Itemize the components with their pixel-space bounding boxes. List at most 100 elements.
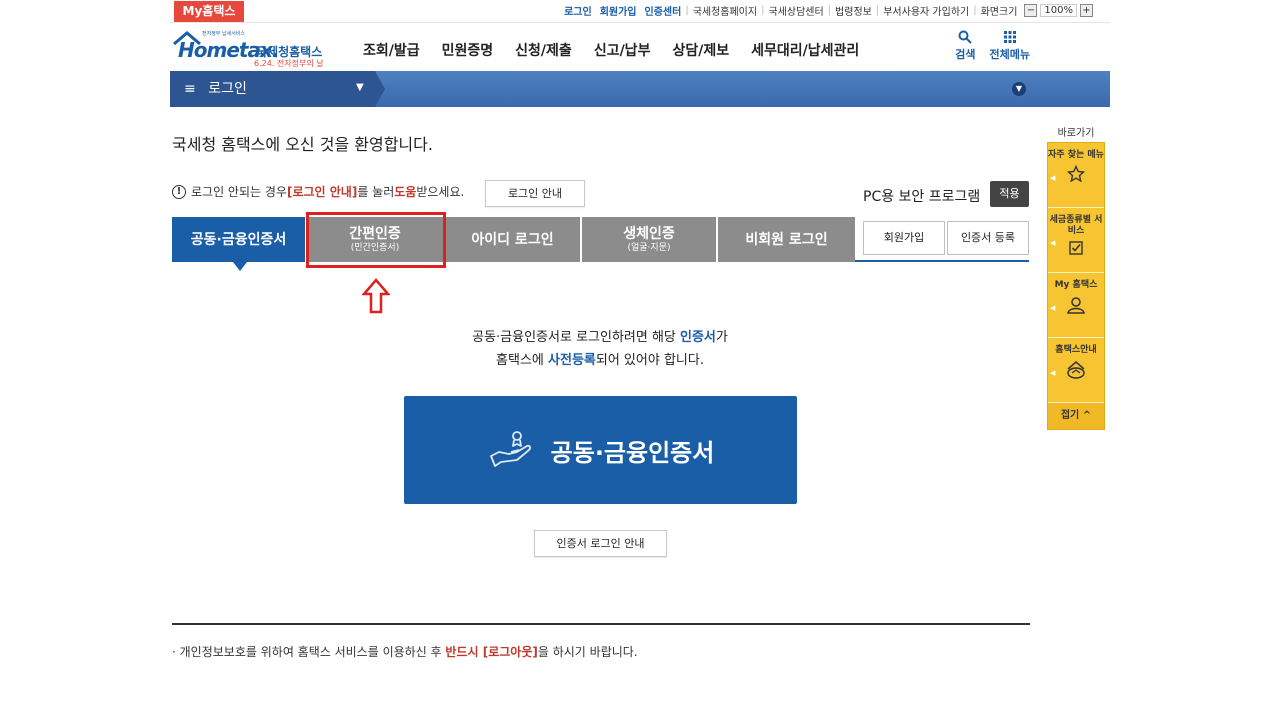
gnb-item-certificate[interactable]: 민원증명 — [442, 40, 494, 60]
info-line1-pre: 공동·금융인증서로 로그인하려면 해당 — [472, 330, 681, 345]
cert-info-text: 공동·금융인증서로 로그인하려면 해당 인증서가 홈택스에 사전등록되어 있어야… — [170, 326, 1030, 372]
all-menu-button[interactable]: 전체메뉴 — [990, 30, 1030, 62]
footer-divider — [172, 623, 1030, 625]
gnb-item-filing[interactable]: 신고/납부 — [594, 40, 651, 60]
login-help-text: ! 로그인 안되는 경우 [로그인 안내] 를 눌러 도움 받으세요. — [172, 183, 464, 200]
gnb-item-application[interactable]: 신청/제출 — [515, 40, 572, 60]
up-arrow-icon — [362, 278, 390, 314]
quick-item-label: 자주 찾는 메뉴 — [1048, 150, 1104, 160]
privacy-footnote: · 개인정보보호를 위하여 홈택스 서비스를 이용하신 후 반드시 [로그아웃]… — [172, 643, 638, 660]
info-line1-post: 가 — [715, 330, 728, 345]
cert-register-button[interactable]: 인증서 등록 — [947, 221, 1029, 255]
breadcrumb-bar: ≡ 로그인 ▼ ▼ — [170, 71, 1110, 107]
help-text-emph2: 도움 — [394, 185, 417, 199]
zoom-in-button[interactable]: + — [1080, 4, 1093, 17]
quick-item-my-hometax[interactable]: ◀ My 홈택스 — [1048, 273, 1104, 338]
hometax-logo[interactable]: 전자정부 납세서비스 Hometax. 국세청홈택스 6.24. 전자정부의 날 — [172, 28, 344, 68]
hometax-guide-icon — [1067, 361, 1085, 379]
zoom-out-button[interactable]: − — [1024, 4, 1038, 17]
tab-non-member[interactable]: 비회원 로그인 — [718, 217, 855, 262]
tab-label: 아이디 로그인 — [471, 231, 554, 248]
star-icon — [1067, 165, 1085, 183]
info-line2-emph: 사전등록 — [548, 353, 596, 368]
header-icons: 검색 전체메뉴 — [955, 30, 1030, 62]
help-text-mid: 를 눌러 — [357, 185, 395, 199]
footnote-pre: 개인정보보호를 위하여 홈택스 서비스를 이용하신 후 — [175, 645, 446, 659]
login-guide-button[interactable]: 로그인 안내 — [485, 180, 585, 207]
grid-menu-icon — [1003, 31, 1016, 43]
gnb-item-agent[interactable]: 세무대리/납세관리 — [751, 40, 859, 60]
util-consult-link[interactable]: 국세상담센터 — [764, 3, 827, 18]
quick-item-favorites[interactable]: ◀ 자주 찾는 메뉴 — [1048, 143, 1104, 208]
search-button[interactable]: 검색 — [955, 30, 976, 62]
zoom-value: 100% — [1040, 4, 1077, 17]
logo-small-text: 전자정부 납세서비스 — [202, 31, 245, 37]
gnb-item-inquiry[interactable]: 조회/발급 — [363, 40, 420, 60]
utility-bar: My홈택스 로그인 회원가입 인증센터 | 국세청홈페이지 | 국세상담센터 |… — [170, 0, 1110, 23]
tab-label: 비회원 로그인 — [745, 231, 828, 248]
util-nts-home-link[interactable]: 국세청홈페이지 — [689, 3, 761, 18]
help-text-pre: 로그인 안되는 경우 — [191, 185, 287, 199]
info-line2-post: 되어 있어야 합니다. — [595, 353, 704, 368]
user-icon — [1067, 297, 1085, 314]
tab-id-login[interactable]: 아이디 로그인 — [445, 217, 582, 262]
caret-down-icon[interactable]: ▼ — [356, 82, 364, 93]
util-login-link[interactable]: 로그인 — [560, 3, 596, 18]
utility-links: 로그인 회원가입 인증센터 | 국세청홈페이지 | 국세상담센터 | 법령정보 … — [560, 3, 1096, 18]
help-text-post: 받으세요. — [416, 185, 465, 199]
expand-circle-icon[interactable]: ▼ — [1012, 82, 1026, 96]
page: My홈택스 로그인 회원가입 인증센터 | 국세청홈페이지 | 국세상담센터 |… — [170, 0, 1110, 720]
search-icon — [958, 30, 973, 44]
breadcrumb-label: 로그인 — [208, 81, 247, 97]
all-menu-label: 전체메뉴 — [989, 48, 1030, 61]
global-nav: 조회/발급 민원증명 신청/제출 신고/납부 상담/제보 세무대리/납세관리 — [363, 40, 859, 60]
breadcrumb-arrow-shape — [375, 71, 385, 107]
left-triangle-icon: ◀ — [1050, 304, 1056, 312]
active-tab-pointer — [233, 262, 247, 271]
my-hometax-button[interactable]: My홈택스 — [174, 1, 244, 22]
quick-item-guide[interactable]: ◀ 홈택스안내 — [1048, 338, 1104, 403]
hamburger-icon: ≡ — [184, 81, 196, 97]
login-tabs: 공동·금융인증서 간편인증 (민간인증서) 아이디 로그인 생체인증 (얼굴·지… — [172, 217, 855, 262]
util-screen-size-label: 화면크기 — [980, 7, 1018, 18]
util-signup-link[interactable]: 회원가입 — [596, 3, 641, 18]
quick-item-label: My 홈택스 — [1054, 280, 1098, 290]
tab-biometric[interactable]: 생체인증 (얼굴·지문) — [582, 217, 718, 262]
header: 전자정부 납세서비스 Hometax. 국세청홈택스 6.24. 전자정부의 날… — [170, 23, 1110, 71]
checkbox-icon — [1069, 241, 1083, 255]
left-triangle-icon: ◀ — [1050, 369, 1056, 377]
signup-button[interactable]: 회원가입 — [863, 221, 945, 255]
quick-body: ◀ 자주 찾는 메뉴 ◀ 세금종류별 서비스 ◀ My 홈택스 ◀ 홈택스안내 — [1047, 142, 1105, 430]
quick-item-tax-type[interactable]: ◀ 세금종류별 서비스 — [1048, 208, 1104, 273]
welcome-heading: 국세청 홈택스에 오신 것을 환영합니다. — [172, 135, 433, 154]
cert-login-label: 공동·금융인증서 — [550, 438, 715, 467]
tab-label: 공동·금융인증서 — [190, 231, 287, 248]
footnote-emph: 반드시 [로그아웃] — [445, 645, 538, 659]
util-cert-center-link[interactable]: 인증센터 — [641, 3, 686, 18]
quick-fold-button[interactable]: 접기 ^ — [1048, 403, 1104, 429]
info-line2-pre: 홈택스에 — [496, 353, 549, 368]
security-apply-button[interactable]: 적용 — [990, 181, 1029, 207]
quick-title: 바로가기 — [1057, 128, 1095, 139]
cert-login-guide-button[interactable]: 인증서 로그인 안내 — [534, 530, 667, 557]
tab-label: 생체인증 — [623, 225, 675, 242]
util-law-link[interactable]: 법령정보 — [831, 3, 876, 18]
cert-login-button[interactable]: 공동·금융인증서 — [404, 396, 797, 504]
util-dept-signup-link[interactable]: 부서사용자 가입하기 — [879, 3, 973, 18]
help-text-emph1: [로그인 안내] — [286, 185, 358, 199]
search-label: 검색 — [955, 48, 976, 61]
breadcrumb-login[interactable]: ≡ 로그인 — [170, 71, 375, 107]
info-line1-emph: 인증서 — [680, 330, 716, 345]
footnote-post: 을 하시기 바랍니다. — [537, 645, 638, 659]
info-line-2: 홈택스에 사전등록되어 있어야 합니다. — [170, 349, 1030, 372]
info-line-1: 공동·금융인증서로 로그인하려면 해당 인증서가 — [170, 326, 1030, 349]
highlight-box — [306, 212, 446, 268]
hand-cert-icon — [489, 431, 531, 467]
gnb-item-consult[interactable]: 상담/제보 — [672, 40, 729, 60]
pc-security-label: PC용 보안 프로그램 — [863, 189, 981, 205]
left-triangle-icon: ◀ — [1050, 174, 1056, 182]
quick-item-label: 세금종류별 서비스 — [1049, 215, 1103, 236]
quick-links-panel: 바로가기 ◀ 자주 찾는 메뉴 ◀ 세금종류별 서비스 ◀ My 홈택스 ◀ 홈… — [1047, 126, 1105, 430]
warning-icon: ! — [172, 184, 186, 199]
tab-joint-financial-cert[interactable]: 공동·금융인증서 — [172, 217, 307, 262]
